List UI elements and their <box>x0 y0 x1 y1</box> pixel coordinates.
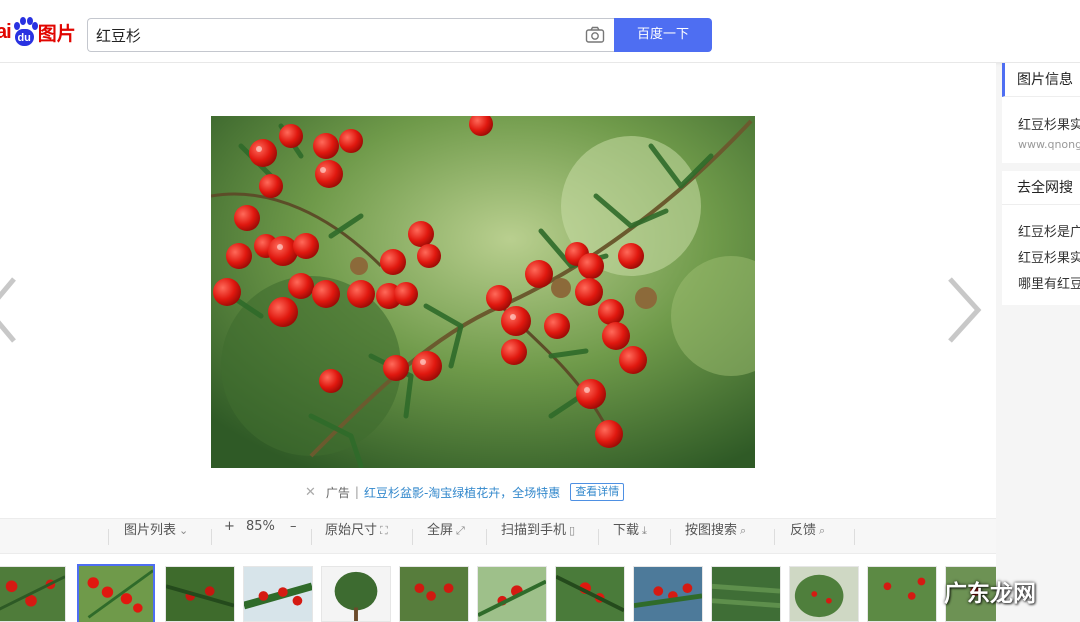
thumbnail[interactable] <box>789 566 859 622</box>
thumbnail[interactable] <box>165 566 235 622</box>
baidu-logo[interactable]: ai du 图片 <box>0 14 76 50</box>
related-link[interactable]: 红豆杉是广 <box>1018 221 1080 240</box>
ad-label: 广告 <box>325 485 350 500</box>
download-button[interactable]: 下载 ⤓ <box>613 519 647 553</box>
toolbar-divider <box>598 529 599 545</box>
image-info-panel: 图片信息 红豆杉果实 www.qnong <box>1002 63 1080 163</box>
search-button[interactable]: 百度一下 <box>614 18 712 52</box>
feedback-icon: ⌕ <box>819 524 826 537</box>
original-size-icon: ⛶ <box>380 524 388 537</box>
zoom-in-button[interactable]: + <box>224 519 235 553</box>
thumbnail[interactable] <box>477 566 547 622</box>
web-search-panel: 去全网搜 红豆杉是广 红豆杉果实 哪里有红豆 <box>1002 171 1080 305</box>
scan-to-phone-label: 扫描到手机 <box>501 523 567 538</box>
close-ad-icon[interactable]: ✕ <box>305 485 316 500</box>
search-by-image-button[interactable]: 按图搜索 ⌕ <box>685 519 746 553</box>
toolbar-divider <box>670 529 671 545</box>
original-size-button[interactable]: 原始尺寸 ⛶ <box>325 519 388 553</box>
fullscreen-button[interactable]: 全屏 ⤢ <box>427 519 465 553</box>
zoom-out-button[interactable]: – <box>290 519 297 553</box>
ad-banner: ✕ 广告 | 红豆杉盆影-淘宝绿植花卉，全场特惠 查看详情 <box>305 482 625 502</box>
web-search-title: 去全网搜 <box>1002 171 1080 205</box>
image-search-icon: ⌕ <box>740 524 747 537</box>
toolbar-divider <box>412 529 413 545</box>
ad-link[interactable]: 红豆杉盆影-淘宝绿植花卉，全场特惠 <box>364 484 560 501</box>
ad-detail-button[interactable]: 查看详情 <box>570 483 625 501</box>
toolbar-divider <box>108 529 109 545</box>
thumbnail[interactable] <box>555 566 625 622</box>
top-header: ai du 图片 百度一下 <box>0 0 1080 63</box>
image-toolbar: 图片列表 ⌄ + 85% – 原始尺寸 ⛶ 全屏 ⤢ 扫描到手机 ▯ 下载 ⤓ 按图搜索 ⌕… <box>0 518 996 554</box>
image-viewer: ✕ 广告 | 红豆杉盆影-淘宝绿植花卉，全场特惠 查看详情 图片列表 ⌄ + 85… <box>0 63 996 622</box>
previous-arrow-icon[interactable] <box>0 275 22 345</box>
zoom-level: 85% <box>246 519 275 534</box>
image-source[interactable]: www.qnong <box>1018 138 1080 151</box>
thumbnail[interactable] <box>243 566 313 622</box>
download-icon: ⤓ <box>642 524 647 537</box>
thumbnail[interactable] <box>633 566 703 622</box>
chevron-down-icon: ⌄ <box>179 524 189 537</box>
thumbnail[interactable] <box>321 566 391 622</box>
related-link[interactable]: 哪里有红豆 <box>1018 273 1080 292</box>
image-list-label: 图片列表 <box>124 523 177 538</box>
paw-icon: du <box>12 17 38 47</box>
fullscreen-label: 全屏 <box>427 523 454 538</box>
right-sidebar: 图片信息 红豆杉果实 www.qnong 去全网搜 红豆杉是广 红豆杉果实 哪里… <box>1002 63 1080 622</box>
thumbnail[interactable] <box>867 566 937 622</box>
toolbar-divider <box>311 529 312 545</box>
scan-to-phone-button[interactable]: 扫描到手机 ▯ <box>501 519 575 553</box>
thumbnail[interactable] <box>711 566 781 622</box>
thumbnail-active[interactable] <box>77 564 155 622</box>
download-label: 下载 <box>613 523 640 538</box>
ad-separator: | <box>354 485 359 499</box>
phone-icon: ▯ <box>569 524 576 537</box>
related-link[interactable]: 红豆杉果实 <box>1018 247 1080 266</box>
feedback-button[interactable]: 反馈 ⌕ <box>790 519 825 553</box>
logo-pic-text: 图片 <box>37 22 76 45</box>
logo-ai-text: ai <box>0 20 12 43</box>
fullscreen-icon: ⤢ <box>456 524 465 537</box>
search-by-image-label: 按图搜索 <box>685 523 738 538</box>
toolbar-divider <box>211 529 212 545</box>
toolbar-divider <box>774 529 775 545</box>
original-size-label: 原始尺寸 <box>325 523 378 538</box>
image-info-title: 图片信息 <box>1002 63 1080 97</box>
next-arrow-icon[interactable] <box>942 275 986 345</box>
image-list-button[interactable]: 图片列表 ⌄ <box>124 519 188 553</box>
image-info-item[interactable]: 红豆杉果实 <box>1018 114 1080 133</box>
toolbar-divider <box>854 529 855 545</box>
camera-icon[interactable] <box>585 26 605 44</box>
main-image[interactable] <box>211 116 755 468</box>
search-input[interactable] <box>96 24 566 46</box>
thumbnail[interactable] <box>399 566 469 622</box>
feedback-label: 反馈 <box>790 523 817 538</box>
watermark: 广东龙网 <box>944 581 1036 607</box>
logo-du-text: du <box>14 29 34 46</box>
toolbar-divider <box>486 529 487 545</box>
thumbnail[interactable] <box>0 566 66 622</box>
search-box[interactable] <box>87 18 615 52</box>
thumbnail-strip <box>0 557 996 622</box>
